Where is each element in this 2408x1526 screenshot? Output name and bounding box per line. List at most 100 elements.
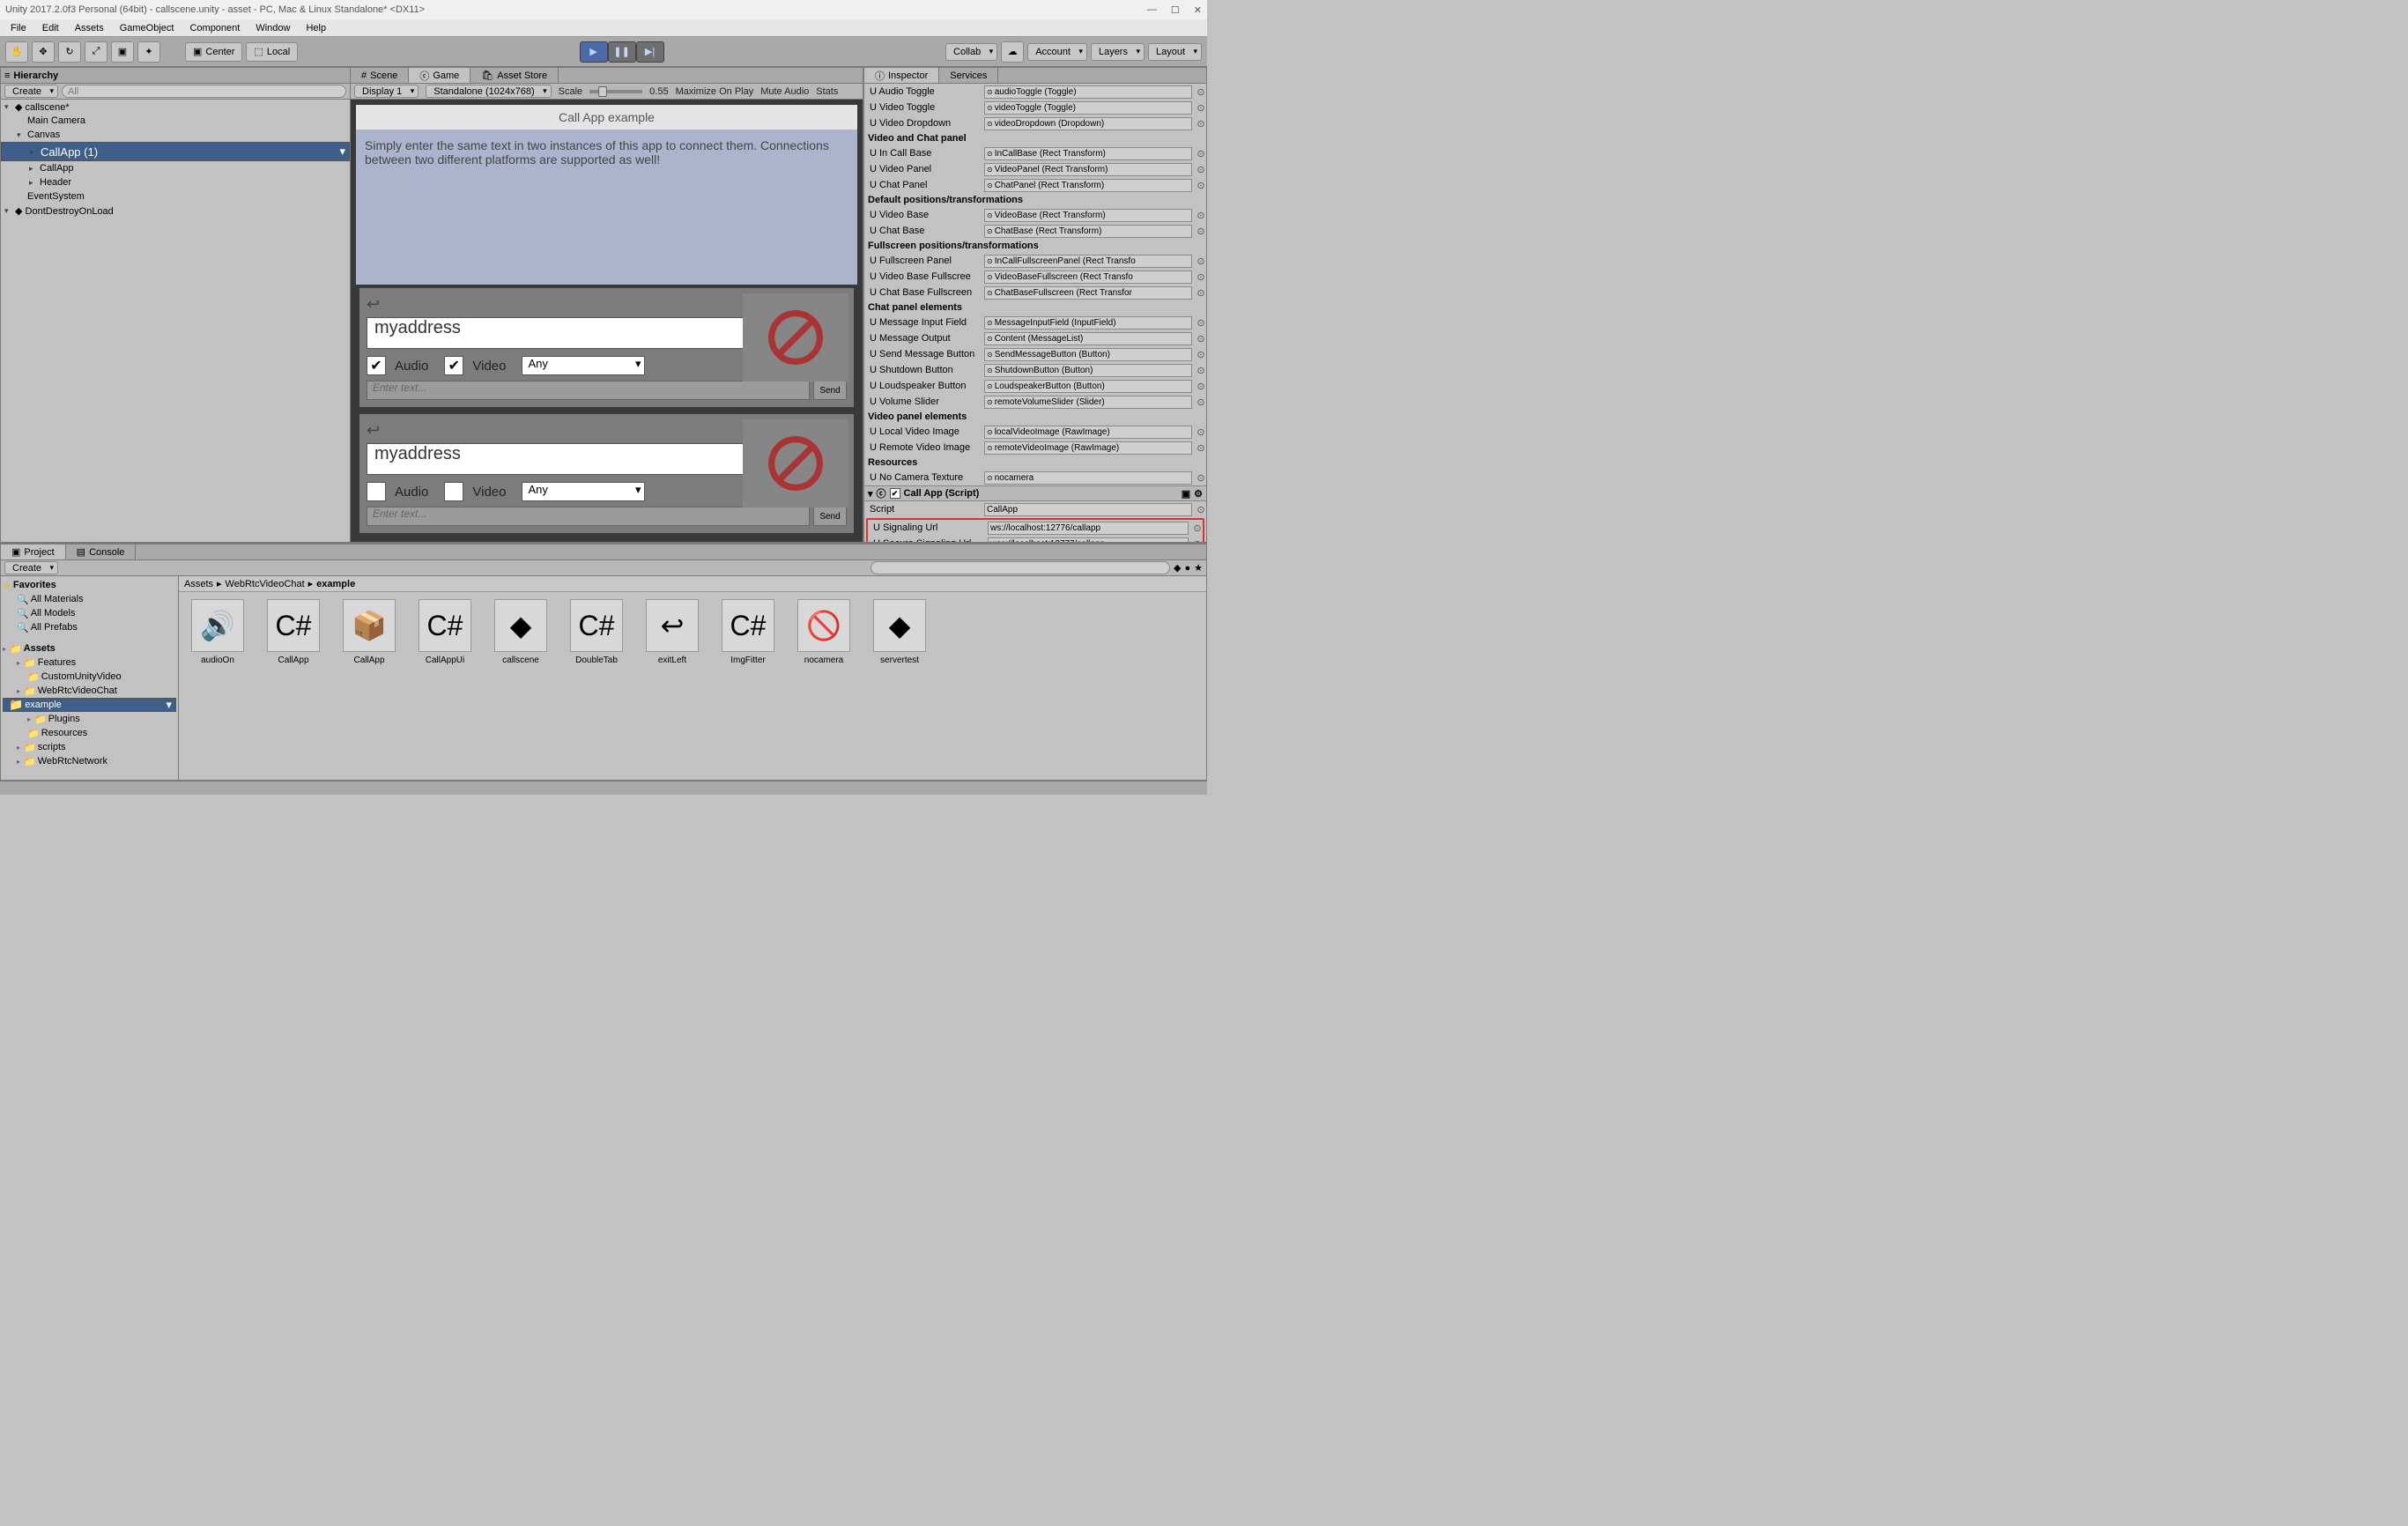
- pivot-center-toggle[interactable]: ▣ Center: [185, 42, 242, 62]
- hierarchy-create[interactable]: Create: [4, 85, 58, 98]
- component-enabled-checkbox[interactable]: ✔: [890, 488, 900, 499]
- play-button[interactable]: ▶: [580, 41, 608, 63]
- all-models[interactable]: 🔍 All Models: [3, 606, 176, 620]
- asset-item[interactable]: ◆callscene: [489, 599, 552, 665]
- tab-scene[interactable]: # Scene: [351, 68, 409, 83]
- asset-item[interactable]: C#CallAppUi: [413, 599, 477, 665]
- assets-folder[interactable]: 📁 Assets: [3, 641, 176, 656]
- display-dropdown[interactable]: Display 1: [354, 85, 419, 98]
- maximize-on-play[interactable]: Maximize On Play: [676, 86, 754, 97]
- object-field[interactable]: nocamera: [984, 471, 1192, 485]
- hierarchy-search[interactable]: [62, 85, 346, 98]
- tab-inspector[interactable]: ⓘ Inspector: [864, 68, 939, 83]
- rotate-tool[interactable]: ↻: [58, 41, 81, 63]
- asset-item[interactable]: 🚫nocamera: [792, 599, 856, 665]
- video-checkbox-1[interactable]: ✔: [444, 356, 463, 375]
- pause-button[interactable]: ❚❚: [608, 41, 636, 63]
- hierarchy-item[interactable]: ▾ ◆ callscene*: [1, 100, 350, 114]
- object-picker-icon[interactable]: ⊙: [1196, 102, 1206, 114]
- object-picker-icon[interactable]: ⊙: [1192, 538, 1203, 544]
- menu-file[interactable]: File: [4, 21, 33, 35]
- object-field[interactable]: ChatBaseFullscreen (Rect Transfor: [984, 286, 1192, 300]
- hierarchy-item[interactable]: ▸ CallApp (1): [1, 142, 350, 161]
- breadcrumb-assets[interactable]: Assets: [184, 579, 213, 589]
- object-picker-icon[interactable]: ⊙: [1196, 317, 1206, 329]
- object-field[interactable]: InCallBase (Rect Transform): [984, 147, 1192, 160]
- send-button-1[interactable]: Send: [813, 381, 847, 400]
- object-field[interactable]: Content (MessageList): [984, 332, 1192, 345]
- object-field[interactable]: VideoBaseFullscreen (Rect Transfo: [984, 270, 1192, 284]
- all-prefabs[interactable]: 🔍 All Prefabs: [3, 620, 176, 634]
- component-header-callapp[interactable]: ▾ ⓒ ✔ Call App (Script) ▣ ⚙: [864, 485, 1206, 501]
- menu-gameobject[interactable]: GameObject: [113, 21, 182, 35]
- object-picker-icon[interactable]: ⊙: [1196, 256, 1206, 267]
- object-picker-icon[interactable]: ⊙: [1196, 396, 1206, 408]
- stats-toggle[interactable]: Stats: [816, 86, 838, 97]
- object-field[interactable]: VideoPanel (Rect Transform): [984, 163, 1192, 176]
- object-picker-icon[interactable]: ⊙: [1196, 381, 1206, 392]
- maximize-button[interactable]: ☐: [1171, 4, 1180, 16]
- layout-dropdown[interactable]: Layout: [1148, 43, 1202, 61]
- minimize-button[interactable]: —: [1147, 4, 1157, 16]
- object-field[interactable]: ChatBase (Rect Transform): [984, 225, 1192, 238]
- pivot-local-toggle[interactable]: ⬚ Local: [246, 42, 298, 62]
- all-materials[interactable]: 🔍 All Materials: [3, 592, 176, 606]
- object-picker-icon[interactable]: ⊙: [1196, 118, 1206, 130]
- object-picker-icon[interactable]: ⊙: [1196, 164, 1206, 175]
- search-filter-icon[interactable]: ◆: [1174, 562, 1181, 574]
- chat-input-1[interactable]: Enter text...: [367, 381, 810, 400]
- step-button[interactable]: ▶|: [636, 41, 664, 63]
- object-field[interactable]: ChatPanel (Rect Transform): [984, 179, 1192, 192]
- scale-tool[interactable]: ⤢: [85, 41, 107, 63]
- object-field[interactable]: localVideoImage (RawImage): [984, 426, 1192, 439]
- object-field[interactable]: SendMessageButton (Button): [984, 348, 1192, 361]
- asset-item[interactable]: ◆servertest: [868, 599, 931, 665]
- object-picker-icon[interactable]: ⊙: [1196, 148, 1206, 159]
- resolution-dropdown[interactable]: Standalone (1024x768): [426, 85, 551, 98]
- favorites-folder[interactable]: ★ Favorites: [3, 578, 176, 592]
- asset-item[interactable]: C#ImgFitter: [716, 599, 780, 665]
- tab-game[interactable]: ⓒ Game: [409, 68, 470, 83]
- project-tree[interactable]: ★ Favorites 🔍 All Materials 🔍 All Models…: [1, 576, 179, 780]
- scale-slider[interactable]: [589, 90, 642, 93]
- transform-tool[interactable]: ✦: [137, 41, 160, 63]
- hand-tool[interactable]: ✋: [5, 41, 28, 63]
- tab-project[interactable]: ▣ Project: [1, 544, 66, 559]
- object-field[interactable]: videoToggle (Toggle): [984, 101, 1192, 115]
- object-picker-icon[interactable]: ⊙: [1196, 472, 1206, 484]
- webrtcnetwork-folder[interactable]: 📁 WebRtcNetwork: [3, 754, 176, 768]
- features-folder[interactable]: 📁 Features: [3, 656, 176, 670]
- object-field[interactable]: remoteVolumeSlider (Slider): [984, 396, 1192, 409]
- menu-component[interactable]: Component: [182, 21, 247, 35]
- object-picker-icon[interactable]: ⊙: [1196, 210, 1206, 221]
- gear-icon[interactable]: ⚙: [1194, 488, 1203, 500]
- object-field[interactable]: remoteVideoImage (RawImage): [984, 441, 1192, 455]
- object-picker-icon[interactable]: ⊙: [1196, 271, 1206, 283]
- send-button-2[interactable]: Send: [813, 507, 847, 526]
- menu-edit[interactable]: Edit: [35, 21, 66, 35]
- object-picker-icon[interactable]: ⊙: [1196, 442, 1206, 454]
- object-field[interactable]: wss://localhost:12777/callapp: [988, 537, 1189, 544]
- video-device-select-2[interactable]: Any: [522, 482, 645, 501]
- layers-dropdown[interactable]: Layers: [1091, 43, 1145, 61]
- object-field[interactable]: InCallFullscreenPanel (Rect Transfo: [984, 255, 1192, 268]
- breadcrumb-wrvc[interactable]: WebRtcVideoChat: [226, 579, 305, 589]
- account-dropdown[interactable]: Account: [1027, 43, 1087, 61]
- asset-item[interactable]: C#DoubleTab: [565, 599, 628, 665]
- object-picker-icon[interactable]: ⊙: [1196, 287, 1206, 299]
- resources-folder[interactable]: 📁 Resources: [3, 726, 176, 740]
- hierarchy-item[interactable]: Main Camera: [1, 114, 350, 128]
- search-label-icon[interactable]: ●: [1184, 563, 1190, 574]
- object-picker-icon[interactable]: ⊙: [1196, 504, 1206, 515]
- video-checkbox-2[interactable]: [444, 482, 463, 501]
- plugins-folder[interactable]: 📁 Plugins: [3, 712, 176, 726]
- audio-checkbox-1[interactable]: ✔: [367, 356, 386, 375]
- project-create[interactable]: Create: [4, 561, 58, 574]
- audio-checkbox-2[interactable]: [367, 482, 386, 501]
- move-tool[interactable]: ✥: [32, 41, 55, 63]
- tab-services[interactable]: Services: [939, 68, 998, 83]
- object-field[interactable]: VideoBase (Rect Transform): [984, 209, 1192, 222]
- customunityvideo-folder[interactable]: 📁 CustomUnityVideo: [3, 670, 176, 684]
- rect-tool[interactable]: ▣: [111, 41, 134, 63]
- mute-audio[interactable]: Mute Audio: [760, 86, 809, 97]
